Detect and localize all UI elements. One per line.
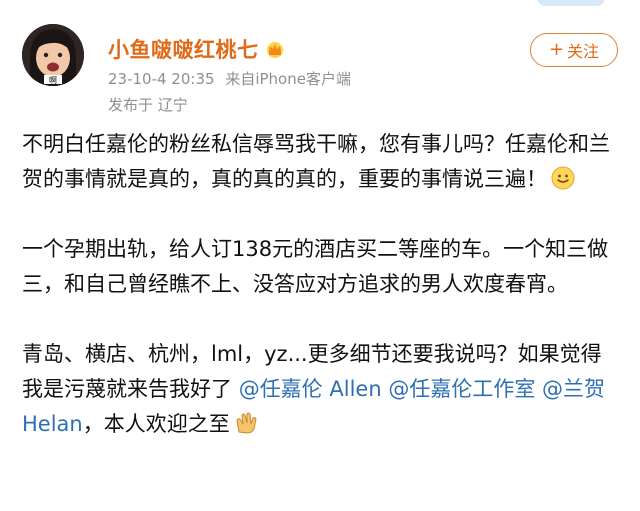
post-header: 啊 小鱼啵啵红桃七 23-10-4 20:35 来自iPhone客户端 发布于 … xyxy=(0,0,640,120)
post-body: 不明白任嘉伦的粉丝私信辱骂我干嘛，您有事儿吗？任嘉伦和兰贺的事情就是真的，真的真… xyxy=(22,127,622,442)
post-source: 来自iPhone客户端 xyxy=(225,70,351,88)
post-time: 23-10-4 20:35 xyxy=(108,70,215,88)
paragraph-3-tail: ，本人欢迎之至 xyxy=(82,412,230,436)
name-row: 小鱼啵啵红桃七 xyxy=(108,34,285,64)
post-paragraph-3: 青岛、横店、杭州，lml，yz...更多细节还要我说吗？如果觉得我是污蔑就来告我… xyxy=(22,337,622,442)
user-name[interactable]: 小鱼啵啵红桃七 xyxy=(108,34,259,64)
avatar[interactable]: 啊 xyxy=(22,24,84,86)
crown-icon xyxy=(265,40,285,58)
post-location: 发布于 辽宁 xyxy=(108,96,188,114)
follow-button[interactable]: + 关注 xyxy=(530,33,618,67)
post-paragraph-2: 一个孕期出轨，给人订138元的酒店买二等座的车。一个知三做三，和自己曾经瞧不上、… xyxy=(22,237,609,296)
post-meta: 23-10-4 20:35 来自iPhone客户端 xyxy=(108,68,357,89)
mention-link[interactable]: @任嘉伦 Allen xyxy=(239,377,382,401)
smile-emoji xyxy=(551,166,575,190)
plus-icon: + xyxy=(548,39,565,60)
follow-label: 关注 xyxy=(567,42,600,61)
paragraph-1-text: 不明白任嘉伦的粉丝私信辱骂我干嘛，您有事儿吗？任嘉伦和兰贺的事情就是真的，真的真… xyxy=(22,132,610,191)
post-paragraph-1: 不明白任嘉伦的粉丝私信辱骂我干嘛，您有事儿吗？任嘉伦和兰贺的事情就是真的，真的真… xyxy=(22,127,622,197)
mention-link[interactable]: @任嘉伦工作室 xyxy=(388,377,535,401)
clap-emoji xyxy=(234,410,260,434)
avatar-caption: 啊 xyxy=(49,76,57,85)
